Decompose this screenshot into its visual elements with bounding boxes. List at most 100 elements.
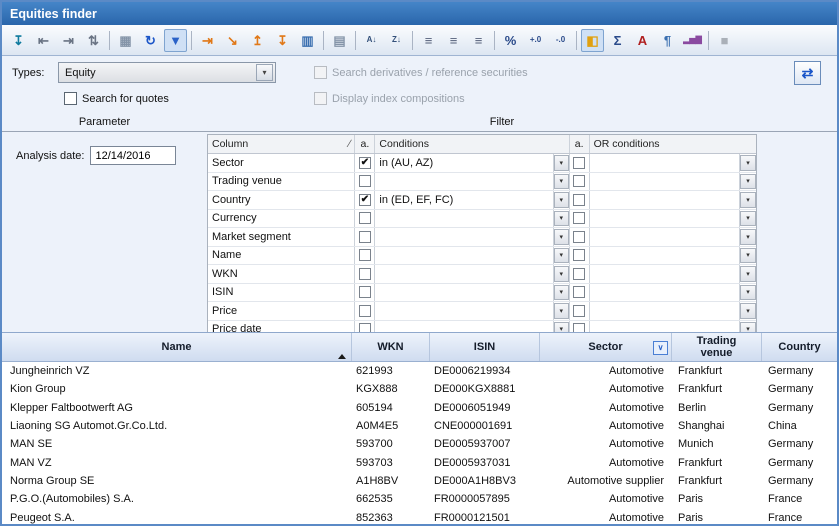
checkbox-unchecked[interactable] [573, 268, 585, 280]
or-condition-dropdown-button[interactable]: ▾ [740, 211, 756, 227]
condition-value[interactable]: in (AU, AZ) [375, 154, 553, 172]
condition-dropdown-button[interactable]: ▾ [554, 248, 569, 264]
column-header-country[interactable]: Country [762, 333, 837, 361]
shift-down-right-button[interactable]: ↘ [221, 29, 244, 52]
analysis-date-input[interactable] [90, 146, 176, 165]
table-row[interactable]: Liaoning SG Automot.Gr.Co.Ltd.A0M4E5CNE0… [2, 417, 837, 435]
condition-dropdown-button[interactable]: ▾ [554, 229, 569, 245]
fit-width-button[interactable]: ⇤ [32, 29, 55, 52]
highlight-button[interactable]: ◧ [581, 29, 604, 52]
row-format-button[interactable]: ¶ [656, 29, 679, 52]
align-right-button[interactable]: ≡ [467, 29, 490, 52]
condition-dropdown-button[interactable]: ▾ [554, 211, 569, 227]
checkbox-unchecked[interactable] [359, 249, 371, 261]
condition-dropdown-button[interactable]: ▾ [554, 285, 569, 301]
sector-filter-dropdown-button[interactable]: ∨ [653, 341, 668, 355]
checkbox-unchecked[interactable] [359, 231, 371, 243]
condition-value[interactable] [375, 210, 553, 228]
or-condition-dropdown-button[interactable]: ▾ [740, 303, 756, 319]
condition-dropdown-button[interactable]: ▾ [554, 303, 569, 319]
sort-ascending-button[interactable]: A↓ [360, 29, 383, 52]
checkbox-unchecked[interactable] [573, 194, 585, 206]
column-header-trading-venue[interactable]: Trading venue [672, 333, 762, 361]
checkbox-unchecked[interactable] [359, 268, 371, 280]
export-button[interactable]: ↧ [7, 29, 30, 52]
align-center-button[interactable]: ≡ [442, 29, 465, 52]
or-condition-value[interactable] [590, 173, 740, 191]
sum-button[interactable]: Σ [606, 29, 629, 52]
condition-dropdown-button[interactable]: ▾ [554, 174, 569, 190]
or-condition-dropdown-button[interactable]: ▾ [740, 266, 756, 282]
condition-dropdown-button[interactable]: ▾ [554, 155, 569, 171]
checkbox-checked[interactable]: ✔ [359, 194, 371, 206]
table-row[interactable]: MAN VZ593703DE0005937031AutomotiveFrankf… [2, 453, 837, 471]
checkbox-unchecked[interactable] [573, 175, 585, 187]
refresh-button[interactable]: ↻ [139, 29, 162, 52]
column-header-name[interactable]: Name [2, 333, 352, 361]
font-button[interactable]: A [631, 29, 654, 52]
checkbox-checked[interactable]: ✔ [359, 157, 371, 169]
or-condition-dropdown-button[interactable]: ▾ [740, 285, 756, 301]
or-condition-value[interactable] [590, 154, 740, 172]
column-header-sector[interactable]: Sector ∨ [540, 333, 672, 361]
chevron-down-icon[interactable]: ▾ [256, 64, 273, 81]
types-dropdown[interactable]: Equity ▾ [58, 62, 276, 83]
table-row[interactable]: Jungheinrich VZ621993DE0006219934Automot… [2, 362, 837, 380]
or-condition-dropdown-button[interactable]: ▾ [740, 192, 756, 208]
add-decimal-button[interactable]: +.0 [524, 29, 547, 52]
condition-dropdown-button[interactable]: ▾ [554, 192, 569, 208]
search-for-quotes-checkbox[interactable]: Search for quotes [64, 92, 169, 105]
shift-up-button[interactable]: ↥ [246, 29, 269, 52]
or-condition-value[interactable] [590, 228, 740, 246]
filter-header-column[interactable]: Column ∕ [208, 135, 355, 153]
percent-button[interactable]: % [499, 29, 522, 52]
remove-decimal-button[interactable]: -.0 [549, 29, 572, 52]
condition-value[interactable]: in (ED, EF, FC) [375, 191, 553, 209]
table-row[interactable]: Klepper Faltbootwerft AG605194DE00060519… [2, 399, 837, 417]
condition-dropdown-button[interactable]: ▾ [554, 266, 569, 282]
checkbox-unchecked[interactable] [359, 305, 371, 317]
or-condition-value[interactable] [590, 265, 740, 283]
or-condition-dropdown-button[interactable]: ▾ [740, 248, 756, 264]
column-header-isin[interactable]: ISIN [430, 333, 540, 361]
or-condition-dropdown-button[interactable]: ▾ [740, 229, 756, 245]
insert-chart-button[interactable]: ▥ [296, 29, 319, 52]
checkbox-unchecked[interactable] [573, 286, 585, 298]
condition-value[interactable] [375, 173, 553, 191]
or-condition-value[interactable] [590, 247, 740, 265]
new-layout-button[interactable]: ▦ [114, 29, 137, 52]
fit-page-button[interactable]: ⇥ [57, 29, 80, 52]
chart-button[interactable]: ▂▅▇ [681, 29, 704, 52]
checkbox-unchecked[interactable] [359, 175, 371, 187]
checkbox-unchecked[interactable] [573, 157, 585, 169]
checkbox-box[interactable] [64, 92, 77, 105]
or-condition-value[interactable] [590, 210, 740, 228]
columns-button[interactable]: ▤ [328, 29, 351, 52]
condition-value[interactable] [375, 265, 553, 283]
finder-filter-button[interactable]: ▼ [164, 29, 187, 52]
refresh-search-button[interactable]: ⇄ [794, 61, 821, 85]
align-left-button[interactable]: ≡ [417, 29, 440, 52]
table-row[interactable]: Peugeot S.A.852363FR0000121501Automotive… [2, 508, 837, 526]
table-row[interactable]: Kion GroupKGX888DE000KGX8881AutomotiveFr… [2, 380, 837, 398]
checkbox-unchecked[interactable] [573, 231, 585, 243]
shift-down-button[interactable]: ↧ [271, 29, 294, 52]
checkbox-unchecked[interactable] [359, 212, 371, 224]
condition-value[interactable] [375, 247, 553, 265]
checkbox-unchecked[interactable] [359, 286, 371, 298]
or-condition-value[interactable] [590, 191, 740, 209]
column-header-wkn[interactable]: WKN [352, 333, 430, 361]
fit-height-button[interactable]: ⇅ [82, 29, 105, 52]
sort-descending-button[interactable]: Z↓ [385, 29, 408, 52]
or-condition-dropdown-button[interactable]: ▾ [740, 155, 756, 171]
checkbox-unchecked[interactable] [573, 212, 585, 224]
or-condition-dropdown-button[interactable]: ▾ [740, 174, 756, 190]
condition-value[interactable] [375, 284, 553, 302]
checkbox-unchecked[interactable] [573, 305, 585, 317]
or-condition-value[interactable] [590, 302, 740, 320]
or-condition-value[interactable] [590, 284, 740, 302]
table-row[interactable]: Norma Group SEA1H8BVDE000A1H8BV3Automoti… [2, 472, 837, 490]
table-row[interactable]: MAN SE593700DE0005937007AutomotiveMunich… [2, 435, 837, 453]
condition-value[interactable] [375, 302, 553, 320]
checkbox-unchecked[interactable] [573, 249, 585, 261]
